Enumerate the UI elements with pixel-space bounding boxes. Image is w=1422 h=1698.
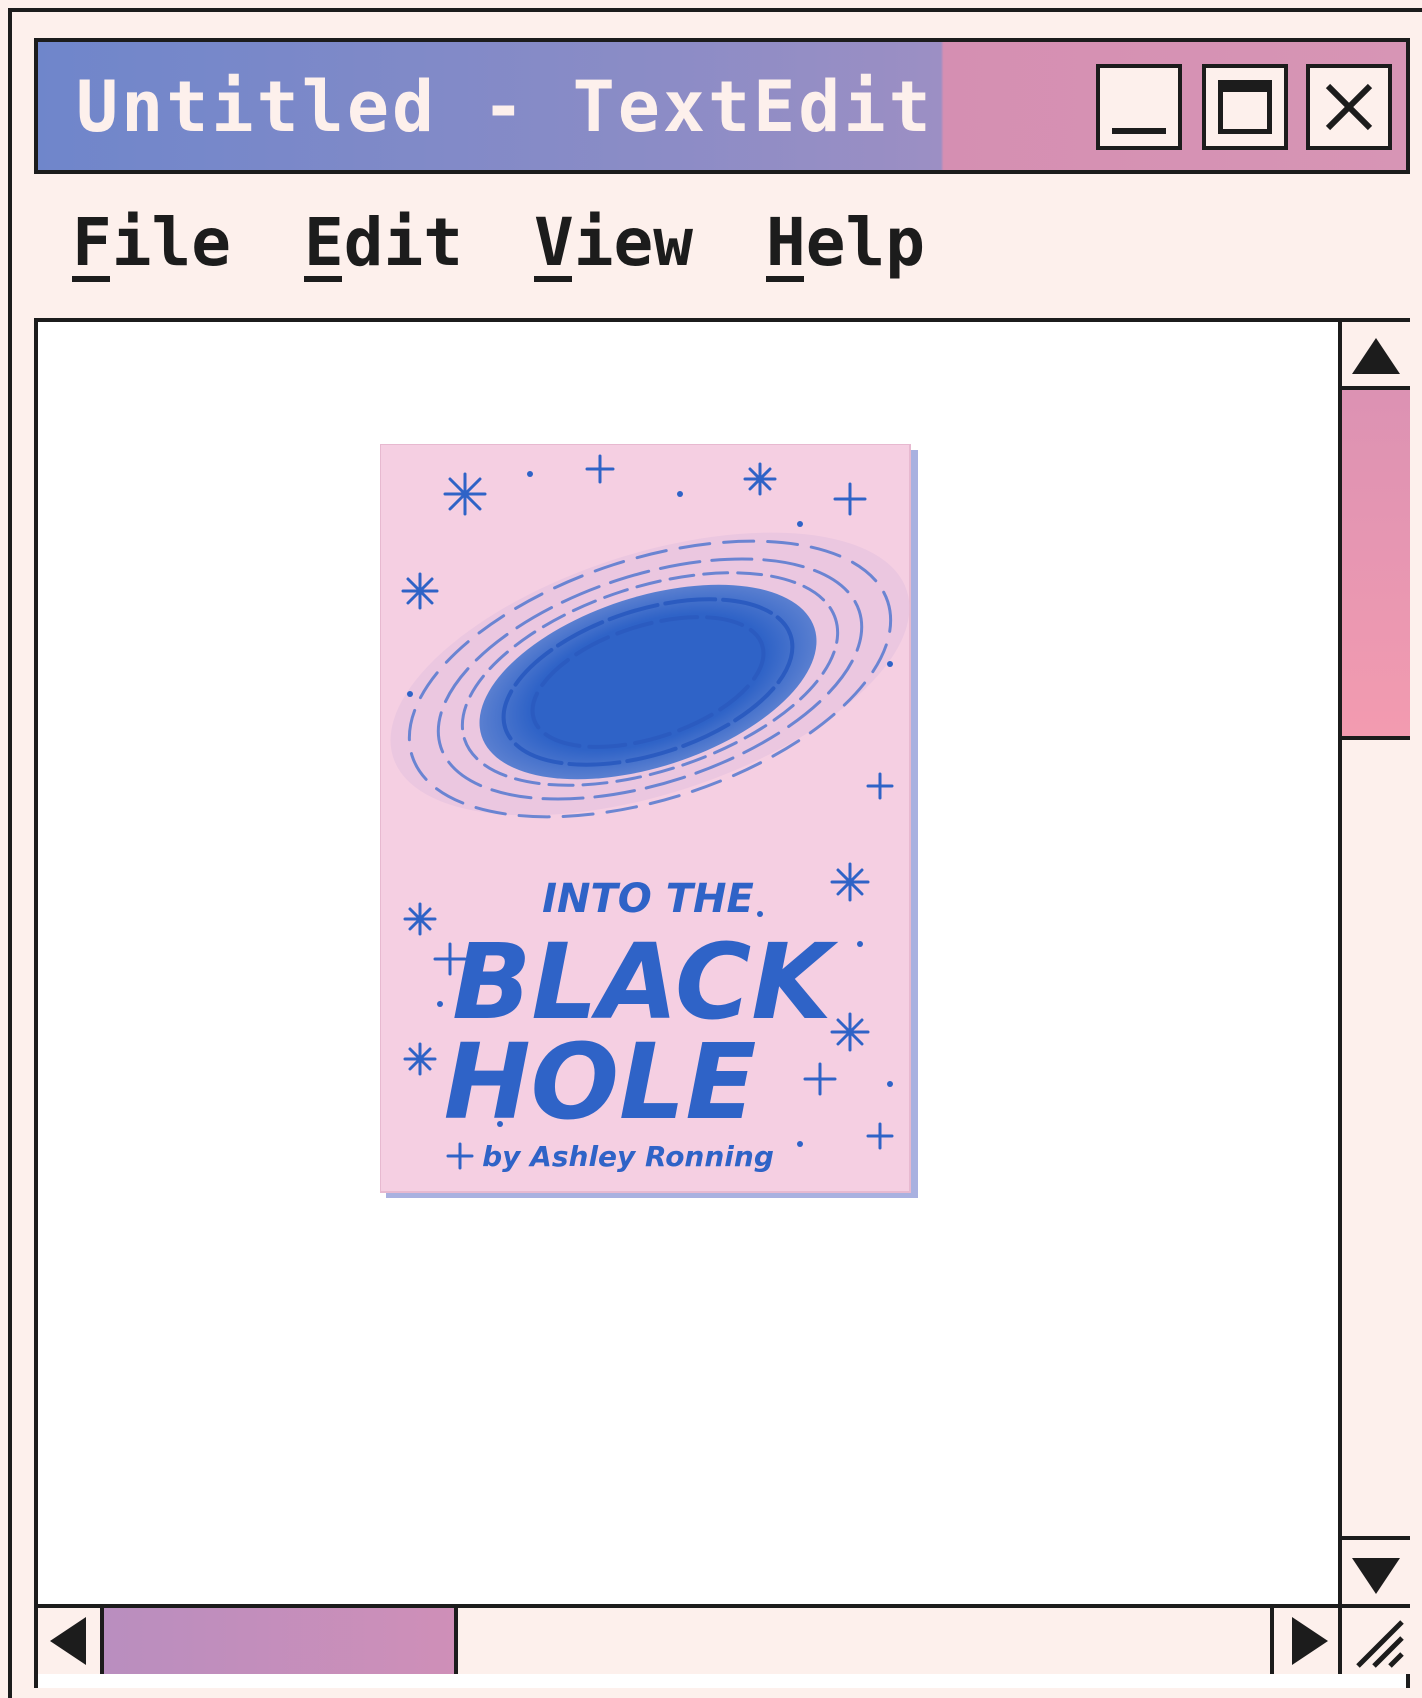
cover-line-1: INTO THE [542, 876, 754, 922]
arrow-up-icon[interactable] [1342, 322, 1410, 390]
menu-edit[interactable]: Edit [304, 210, 463, 282]
close-icon [1325, 83, 1373, 131]
menu-help[interactable]: Help [766, 210, 925, 282]
menu-view[interactable]: View [534, 210, 693, 282]
maximize-button[interactable] [1202, 64, 1288, 150]
document-content[interactable]: INTO THE BLACK HOLE by Ashley Ronning [38, 322, 1338, 1602]
horizontal-scrollbar[interactable] [38, 1604, 1338, 1674]
cover-byline: by Ashley Ronning [482, 1140, 774, 1173]
arrow-left-icon[interactable] [38, 1608, 104, 1674]
title-bar[interactable]: Untitled - TextEdit [34, 38, 1410, 174]
horizontal-scroll-thumb[interactable] [104, 1608, 458, 1674]
resize-grip[interactable] [1338, 1604, 1410, 1674]
resize-grip-icon [1356, 1620, 1404, 1668]
zine-cover-image: INTO THE BLACK HOLE by Ashley Ronning [380, 444, 918, 1198]
cover-line-3: HOLE [444, 1021, 757, 1143]
window-title: Untitled - TextEdit [76, 66, 934, 148]
menu-file[interactable]: File [72, 210, 231, 282]
document-frame: INTO THE BLACK HOLE by Ashley Ronning [34, 318, 1410, 1688]
minimize-button[interactable] [1096, 64, 1182, 150]
vertical-scroll-thumb[interactable] [1342, 390, 1410, 740]
maximize-icon [1218, 80, 1272, 134]
vertical-scrollbar[interactable] [1338, 322, 1410, 1604]
arrow-right-icon[interactable] [1270, 1608, 1338, 1674]
close-button[interactable] [1306, 64, 1392, 150]
arrow-down-icon[interactable] [1342, 1536, 1410, 1604]
